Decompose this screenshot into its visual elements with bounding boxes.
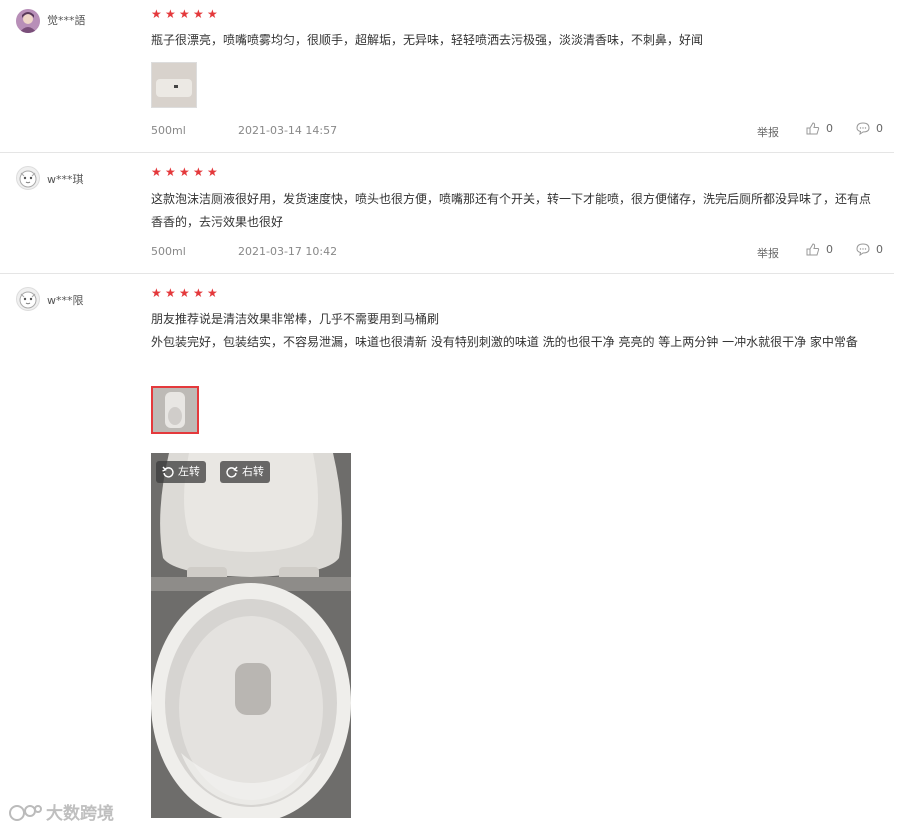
comment-count: 0 <box>876 243 883 256</box>
review-image-thumbnail-selected[interactable] <box>151 386 199 434</box>
star-icon: ★ <box>165 7 176 21</box>
user-avatar[interactable] <box>16 287 40 311</box>
star-icon: ★ <box>179 286 190 300</box>
thumbs-up-icon <box>806 122 820 135</box>
comment-icon <box>856 122 870 135</box>
username: w***限 <box>47 294 84 307</box>
toilet-photo <box>151 453 351 818</box>
star-icon: ★ <box>207 286 218 300</box>
report-link[interactable]: 举报 <box>757 245 779 261</box>
watermark-text: 大数跨境 <box>46 804 114 824</box>
avatar-image <box>16 9 40 33</box>
thumbs-up-icon <box>806 243 820 256</box>
rotate-right-icon <box>226 466 238 478</box>
rotate-left-label: 左转 <box>178 465 200 478</box>
thumbnail-image <box>153 388 197 432</box>
comment-count: 0 <box>876 122 883 135</box>
star-icon: ★ <box>179 7 190 21</box>
star-icon: ★ <box>207 7 218 21</box>
like-button[interactable]: 0 <box>806 122 833 135</box>
star-icon: ★ <box>151 165 162 179</box>
user-avatar[interactable] <box>16 166 40 190</box>
avatar-image <box>19 291 37 309</box>
review-date: 2021-03-17 10:42 <box>238 245 338 258</box>
rotate-left-button[interactable]: 左转 <box>156 461 206 483</box>
review-item: w***琪 ★ ★ ★ ★ ★ 这款泡沫洁厕液很好用，发货速度快，喷头也很方便，… <box>0 152 894 274</box>
review-item: 觉***語 ★ ★ ★ ★ ★ 瓶子很漂亮，喷嘴喷雾均匀，很顺手，超解垢，无异味… <box>0 0 894 153</box>
rotate-right-label: 右转 <box>242 465 264 478</box>
thumbnail-image <box>152 63 196 107</box>
watermark-logo-icon <box>9 804 42 821</box>
review-text: 朋友推荐说是清洁效果非常棒，几乎不需要用到马桶刷 外包装完好，包装结实，不容易泄… <box>151 308 881 354</box>
like-count: 0 <box>826 243 833 256</box>
review-text-line: 外包装完好，包装结实，不容易泄漏，味道也很清新 没有特别刺激的味道 洗的也很干净… <box>151 335 858 349</box>
review-date: 2021-03-14 14:57 <box>238 124 338 137</box>
username: 觉***語 <box>47 14 86 27</box>
star-rating: ★ ★ ★ ★ ★ <box>151 8 219 20</box>
star-icon: ★ <box>151 286 162 300</box>
star-icon: ★ <box>165 165 176 179</box>
review-item: w***限 ★ ★ ★ ★ ★ 朋友推荐说是清洁效果非常棒，几乎不需要用到马桶刷… <box>0 273 894 830</box>
star-icon: ★ <box>165 286 176 300</box>
star-icon: ★ <box>193 165 204 179</box>
like-count: 0 <box>826 122 833 135</box>
comment-icon <box>856 243 870 256</box>
product-spec: 500ml <box>151 124 186 137</box>
user-avatar[interactable] <box>16 9 40 33</box>
star-icon: ★ <box>193 7 204 21</box>
star-icon: ★ <box>193 286 204 300</box>
review-text: 瓶子很漂亮，喷嘴喷雾均匀，很顺手，超解垢，无异味，轻轻喷洒去污极强，淡淡清香味，… <box>151 33 704 47</box>
username: w***琪 <box>47 173 84 186</box>
star-rating: ★ ★ ★ ★ ★ <box>151 287 219 299</box>
product-spec: 500ml <box>151 245 186 258</box>
star-icon: ★ <box>151 7 162 21</box>
enlarged-review-image[interactable]: 左转 右转 <box>151 453 351 818</box>
review-text: 这款泡沫洁厕液很好用，发货速度快，喷头也很方便，喷嘴那还有个开关，转一下才能喷，… <box>151 192 872 229</box>
report-link[interactable]: 举报 <box>757 124 779 140</box>
star-icon: ★ <box>179 165 190 179</box>
star-icon: ★ <box>207 165 218 179</box>
review-text-line: 朋友推荐说是清洁效果非常棒，几乎不需要用到马桶刷 <box>151 312 440 326</box>
comment-button[interactable]: 0 <box>856 243 883 256</box>
rotate-right-button[interactable]: 右转 <box>220 461 270 483</box>
rotate-left-icon <box>162 466 174 478</box>
star-rating: ★ ★ ★ ★ ★ <box>151 166 219 178</box>
like-button[interactable]: 0 <box>806 243 833 256</box>
watermark: 大数跨境 <box>8 799 114 824</box>
comment-button[interactable]: 0 <box>856 122 883 135</box>
avatar-image <box>19 170 37 188</box>
review-image-thumbnail[interactable] <box>151 62 197 108</box>
